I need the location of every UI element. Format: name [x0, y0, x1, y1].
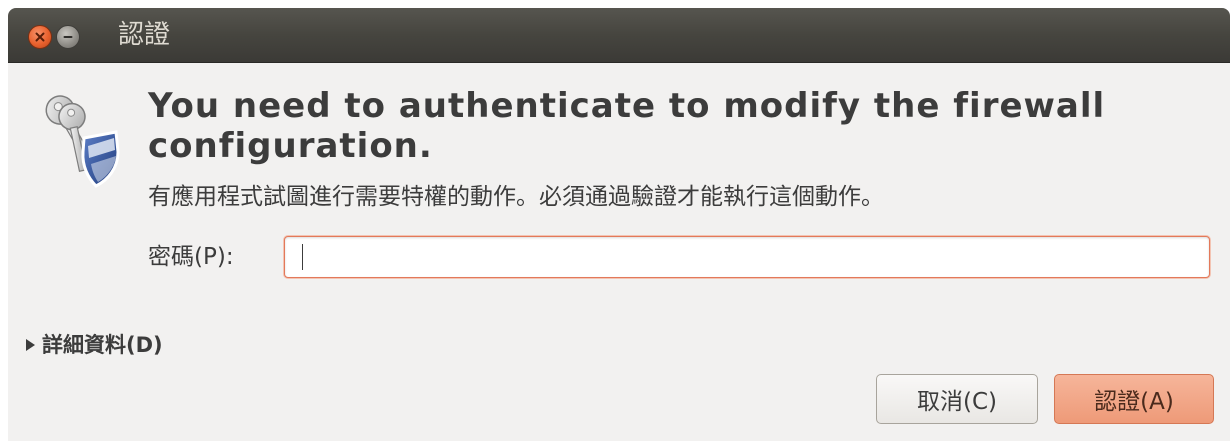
details-label: 詳細資料(D) [42, 333, 163, 357]
close-icon [35, 32, 45, 42]
password-label: 密碼(P): [148, 244, 234, 270]
minimize-icon [63, 36, 73, 38]
title-bar[interactable]: 認證 [8, 8, 1230, 63]
details-expander[interactable]: 詳細資料(D) [26, 328, 163, 362]
expander-arrow-icon [26, 339, 35, 351]
dialog-heading: You need to authenticate to modify the f… [148, 86, 1106, 166]
text-caret [302, 244, 303, 270]
window-title: 認證 [118, 20, 171, 50]
minimize-button[interactable] [56, 25, 80, 49]
authenticate-button[interactable]: 認證(A) [1054, 374, 1214, 424]
cancel-button[interactable]: 取消(C) [876, 374, 1038, 424]
password-input[interactable] [284, 236, 1210, 278]
close-button[interactable] [28, 25, 52, 49]
dialog-description: 有應用程式試圖進行需要特權的動作。必須通過驗證才能執行這個動作。 [148, 184, 884, 210]
auth-dialog-window: 認證 You need to authenticate to modify th… [8, 8, 1230, 441]
keys-shield-icon [45, 95, 120, 188]
